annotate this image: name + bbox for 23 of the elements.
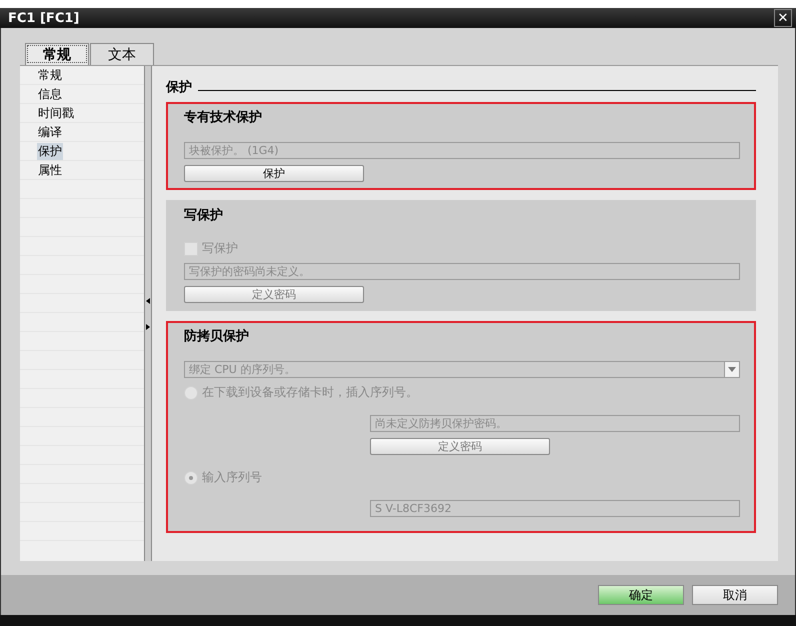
close-button[interactable]: ✕ [774,9,792,27]
caret-icon [728,367,736,372]
expand-right-icon[interactable] [146,324,150,330]
section-title: 专有技术保护 [184,108,263,127]
section-button[interactable]: 保护 [184,165,364,182]
checkbox-label: 写保护 [202,240,238,257]
tab[interactable]: 常规 [25,43,89,65]
sidebar-item[interactable]: 编译 [37,124,63,140]
section-title: 写保护 [184,206,224,225]
radio-label: 输入序列号 [202,469,262,486]
tab[interactable]: 文本 [90,43,154,65]
dialog-button[interactable]: 确定 [598,585,684,605]
sidebar-item[interactable]: 常规 [37,66,63,84]
sidebar-item[interactable]: 时间戳 [37,104,75,122]
sidebar-item[interactable]: 保护 [37,142,63,160]
page-title: 保护 [166,78,192,96]
collapse-left-icon[interactable] [146,298,150,304]
radio-label: 在下载到设备或存储卡时，插入序列号。 [202,384,418,401]
section-title: 防拷贝保护 [184,328,250,346]
dialog-button[interactable]: 取消 [692,585,778,605]
sidebar-item[interactable]: 属性 [37,162,63,178]
window-title: FC1 [FC1] [8,10,80,26]
sidebar-item[interactable]: 信息 [37,86,63,102]
